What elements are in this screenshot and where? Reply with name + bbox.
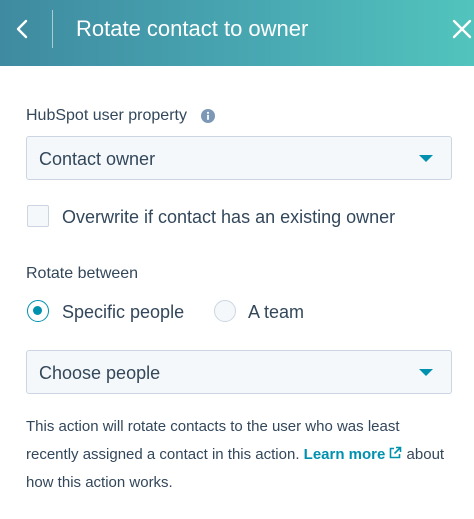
panel-header: Rotate contact to owner	[0, 0, 474, 66]
radio-selected-dot	[33, 306, 42, 315]
people-select[interactable]: Choose people	[26, 350, 452, 394]
overwrite-checkbox-label[interactable]: Overwrite if contact has an existing own…	[62, 206, 395, 228]
external-link-icon	[390, 446, 402, 459]
radio-specific-people-label[interactable]: Specific people	[62, 301, 184, 323]
radio-a-team-label[interactable]: A team	[248, 301, 304, 323]
property-label: HubSpot user property	[26, 107, 187, 124]
property-select-value: Contact owner	[39, 149, 156, 169]
learn-more-label: Learn more	[303, 446, 386, 463]
property-select[interactable]: Contact owner	[26, 136, 452, 180]
caret-down-icon	[419, 369, 433, 376]
chevron-left-icon	[16, 19, 28, 39]
help-text: This action will rotate contacts to the …	[26, 413, 456, 497]
header-divider	[52, 10, 53, 48]
radio-specific-people[interactable]	[27, 300, 49, 322]
people-select-value: Choose people	[39, 363, 161, 383]
close-icon	[452, 19, 472, 39]
overwrite-checkbox[interactable]	[27, 205, 49, 227]
panel-title: Rotate contact to owner	[76, 16, 309, 41]
learn-more-link[interactable]: Learn more	[304, 446, 403, 463]
info-icon[interactable]	[201, 109, 215, 123]
caret-down-icon	[419, 155, 433, 162]
back-button[interactable]	[6, 10, 40, 48]
rotate-between-label: Rotate between	[26, 265, 139, 282]
close-button[interactable]	[448, 14, 474, 44]
radio-a-team[interactable]	[214, 300, 236, 322]
